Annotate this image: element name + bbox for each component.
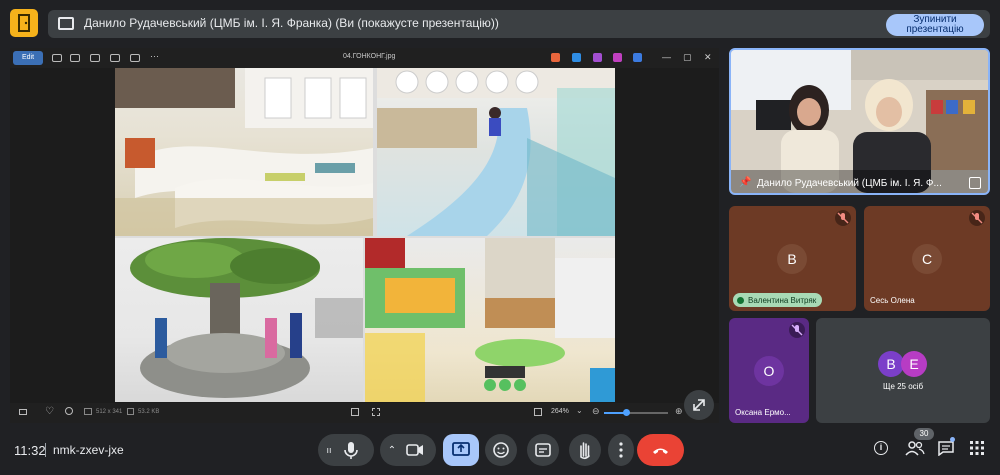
- raise-hand-button[interactable]: [569, 434, 601, 466]
- avatar: C: [912, 244, 942, 274]
- dimensions-icon: [84, 408, 92, 415]
- presenting-banner-text: Данило Рудачевський (ЦМБ ім. І. Я. Франк…: [84, 16, 499, 30]
- hand-icon: [580, 442, 590, 460]
- minimize-button[interactable]: —: [662, 52, 671, 62]
- info-icon[interactable]: [65, 407, 73, 415]
- delete-icon[interactable]: [70, 54, 80, 62]
- app-icon-1[interactable]: [551, 53, 560, 62]
- app-icon-5[interactable]: [633, 53, 642, 62]
- chat-button[interactable]: [937, 437, 955, 461]
- edit-button[interactable]: Edit: [13, 51, 43, 65]
- speaking-name-chip: Валентина Витряк: [733, 293, 823, 307]
- presenter-video: [731, 50, 988, 193]
- photo-library-shelves: [115, 68, 373, 236]
- crop-frame-icon[interactable]: [969, 177, 981, 189]
- share-icon[interactable]: [130, 54, 140, 62]
- photo-library-tree: [115, 238, 363, 402]
- crop-icon[interactable]: [110, 54, 120, 62]
- zoom-out-icon[interactable]: ⊖: [592, 406, 600, 417]
- pin-icon[interactable]: 📌: [739, 177, 751, 188]
- apps-grid-icon: [970, 441, 984, 455]
- zoom-in-icon[interactable]: ⊕: [675, 406, 683, 417]
- app-icon-3[interactable]: [593, 53, 602, 62]
- image-file-size: 53.2 KB: [138, 409, 160, 415]
- mic-off-icon: [835, 210, 851, 226]
- audio-level-icon: ıı: [326, 445, 332, 455]
- mic-off-icon: [969, 210, 985, 226]
- stop-presenting-button[interactable]: Зупинити презентацію: [886, 14, 984, 36]
- avatar: B: [777, 244, 807, 274]
- participant-count-badge: 30: [914, 428, 934, 440]
- clock: 11:32: [14, 443, 46, 458]
- hang-up-icon: [653, 448, 668, 454]
- reactions-button[interactable]: [485, 434, 517, 466]
- chevron-down-icon[interactable]: ⌄: [576, 406, 583, 415]
- zoom-level[interactable]: 264%: [551, 408, 569, 415]
- captions-button[interactable]: [527, 434, 559, 466]
- divider: [45, 443, 46, 457]
- fit-to-window-icon[interactable]: [351, 408, 359, 416]
- expand-icon: [693, 399, 705, 411]
- participant-tile-oksana[interactable]: O Оксана Ермо...: [729, 318, 809, 423]
- meet-app-logo: [10, 9, 38, 37]
- meeting-code[interactable]: nmk-zxev-jxe: [53, 443, 124, 457]
- shared-photo-collage: [115, 68, 615, 402]
- filmstrip-icon[interactable]: [19, 409, 27, 415]
- door-icon: [18, 14, 30, 32]
- favorite-icon[interactable]: ♡: [45, 406, 54, 417]
- avatar: E: [901, 351, 927, 377]
- activities-button[interactable]: [970, 441, 984, 460]
- presenter-video-tile[interactable]: 📌 Данило Рудачевський (ЦМБ ім. І. Я. Ф..…: [729, 48, 990, 195]
- mic-off-icon: [789, 322, 805, 338]
- participant-name: Сесь Олена: [870, 296, 915, 305]
- avatar: O: [754, 356, 784, 386]
- more-options-icon[interactable]: ···: [150, 51, 159, 61]
- more-options-button[interactable]: [608, 434, 634, 466]
- photo-library-slide: [377, 68, 615, 236]
- microphone-icon[interactable]: [340, 439, 362, 461]
- participant-tile-valentyna[interactable]: B Валентина Витряк: [729, 206, 856, 311]
- close-button[interactable]: ✕: [704, 52, 712, 63]
- emoji-icon: [493, 442, 509, 458]
- more-participants-tile[interactable]: B E Ще 25 осіб: [816, 318, 990, 423]
- app-icon-2[interactable]: [572, 53, 581, 62]
- rotate-icon[interactable]: [52, 54, 62, 62]
- file-name: 04.ГОНКОНГ.jpg: [343, 53, 396, 60]
- print-icon[interactable]: [90, 54, 100, 62]
- present-now-button[interactable]: [443, 434, 479, 466]
- people-button[interactable]: [905, 440, 925, 461]
- meeting-info-icon[interactable]: i: [874, 441, 888, 455]
- microphone-control[interactable]: ıı: [318, 434, 374, 466]
- actual-size-icon[interactable]: [372, 408, 380, 416]
- chevron-up-icon[interactable]: ⌃: [380, 445, 404, 456]
- chat-icon: [938, 441, 954, 457]
- camera-icon[interactable]: [404, 439, 426, 461]
- app-icon-4[interactable]: [613, 53, 622, 62]
- speaking-indicator-icon: [737, 296, 744, 304]
- present-screen-icon: [58, 17, 74, 30]
- photo-library-kids-room: [365, 238, 615, 402]
- presenter-name: Данило Рудачевський (ЦМБ ім. І. Я. Ф...: [757, 178, 942, 189]
- captions-icon: [535, 443, 551, 457]
- participant-tile-oles[interactable]: C Сесь Олена: [864, 206, 990, 311]
- slideshow-icon[interactable]: [534, 408, 542, 416]
- unread-dot: [950, 437, 955, 442]
- present-screen-icon: [452, 442, 470, 456]
- more-participants-label: Ще 25 осіб: [882, 382, 924, 391]
- zoom-slider-knob[interactable]: [622, 409, 630, 416]
- camera-control[interactable]: ⌃: [380, 434, 436, 466]
- leave-call-button[interactable]: [637, 434, 684, 466]
- fullscreen-button[interactable]: [684, 390, 714, 420]
- people-icon: [905, 441, 925, 456]
- file-size-icon: [127, 408, 134, 415]
- participant-name: Оксана Ермо...: [735, 408, 791, 417]
- stop-presenting-label-line2: презентацію: [906, 24, 964, 35]
- more-vert-icon: [619, 442, 623, 458]
- maximize-button[interactable]: ▢: [683, 52, 692, 63]
- participant-name: Валентина Витряк: [748, 295, 817, 305]
- image-dimensions: 512 x 341: [96, 409, 123, 415]
